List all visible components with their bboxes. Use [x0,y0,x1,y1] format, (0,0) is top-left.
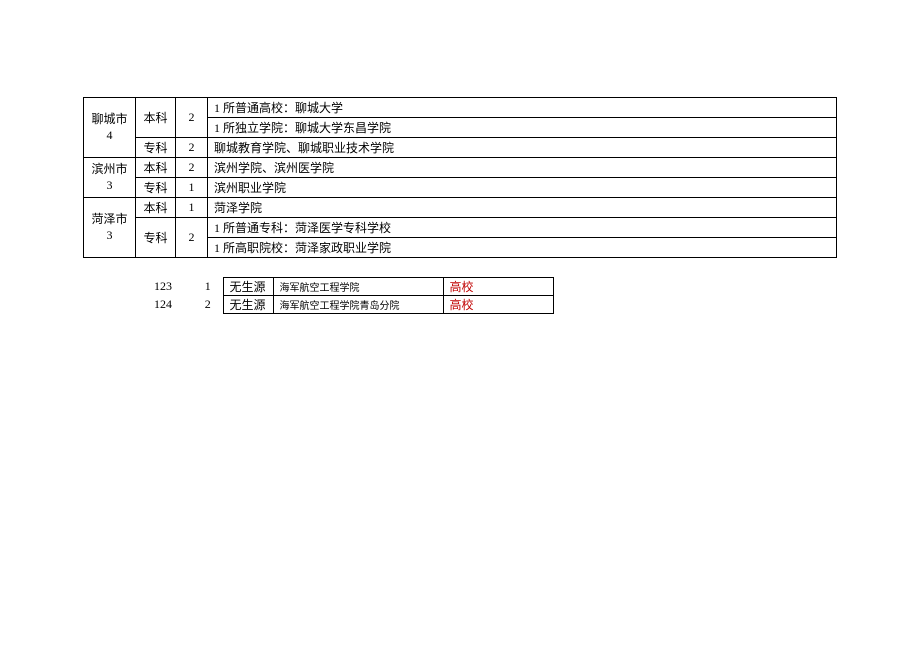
city-count: 4 [90,128,129,144]
table-row: 专科 2 聊城教育学院、聊城职业技术学院 [84,138,837,158]
desc-cell: 滨州学院、滨州医学院 [208,158,837,178]
city-name: 菏泽市 [90,212,129,228]
desc-cell: 1 所普通专科：菏泽医学专科学校 [208,218,837,238]
count-cell: 2 [176,158,208,178]
table-row: 滨州市 3 本科 2 滨州学院、滨州医学院 [84,158,837,178]
desc-cell: 聊城教育学院、聊城职业技术学院 [208,138,837,158]
count-cell: 1 [176,178,208,198]
row-seq: 1 [193,278,223,296]
table-row: 124 2 无生源 海军航空工程学院青岛分院 高校 [133,296,553,314]
count-cell: 2 [176,138,208,158]
level-cell: 本科 [136,158,176,178]
nosource-cell: 无生源 [223,296,273,314]
level-cell: 专科 [136,138,176,158]
count-cell: 2 [176,218,208,258]
city-cell-heze: 菏泽市 3 [84,198,136,258]
count-cell: 2 [176,98,208,138]
city-name: 滨州市 [90,162,129,178]
row-seq: 2 [193,296,223,314]
desc-cell: 菏泽学院 [208,198,837,218]
city-cell-binzhou: 滨州市 3 [84,158,136,198]
city-school-table: 聊城市 4 本科 2 1 所普通高校：聊城大学 1 所独立学院：聊城大学东昌学院… [83,97,837,258]
city-count: 3 [90,178,129,194]
table-row: 123 1 无生源 海军航空工程学院 高校 [133,278,553,296]
desc-cell: 1 所独立学院：聊城大学东昌学院 [208,118,837,138]
school-tag-cell: 高校 [443,278,553,296]
table-row: 专科 1 滨州职业学院 [84,178,837,198]
table-row: 聊城市 4 本科 2 1 所普通高校：聊城大学 [84,98,837,118]
school-name-cell: 海军航空工程学院青岛分院 [273,296,443,314]
table-row: 专科 2 1 所普通专科：菏泽医学专科学校 [84,218,837,238]
row-index: 124 [133,296,193,314]
desc-cell: 1 所普通高校：聊城大学 [208,98,837,118]
nosource-cell: 无生源 [223,278,273,296]
city-cell-liaocheng: 聊城市 4 [84,98,136,158]
city-count: 3 [90,228,129,244]
desc-cell: 1 所高职院校：菏泽家政职业学院 [208,238,837,258]
level-cell: 专科 [136,178,176,198]
row-index: 123 [133,278,193,296]
school-name-cell: 海军航空工程学院 [273,278,443,296]
school-tag-cell: 高校 [443,296,553,314]
level-cell: 专科 [136,218,176,258]
level-cell: 本科 [136,198,176,218]
nosource-school-table: 123 1 无生源 海军航空工程学院 高校 124 2 无生源 海军航空工程学院… [133,277,554,314]
table-row: 菏泽市 3 本科 1 菏泽学院 [84,198,837,218]
level-cell: 本科 [136,98,176,138]
count-cell: 1 [176,198,208,218]
desc-cell: 滨州职业学院 [208,178,837,198]
city-name: 聊城市 [90,112,129,128]
